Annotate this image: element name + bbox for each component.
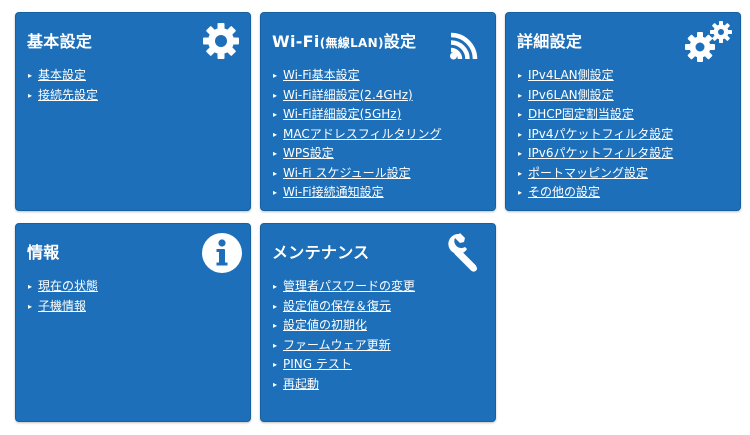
list-item: ▸ IPv6パケットフィルタ設定 (518, 144, 673, 164)
link-wifi-advanced-24[interactable]: Wi-Fi詳細設定(2.4GHz) (283, 88, 413, 102)
link-basic-settings[interactable]: 基本設定 (38, 68, 86, 82)
link-reboot[interactable]: 再起動 (283, 377, 319, 391)
list-item: ▸ Wi-Fi接続通知設定 (273, 183, 442, 203)
link-list: ▸ Wi-Fi基本設定 ▸ Wi-Fi詳細設定(2.4GHz) ▸ Wi-Fi詳細設定… (273, 66, 442, 203)
link-ipv6-packet-filter[interactable]: IPv6パケットフィルタ設定 (528, 146, 673, 160)
arrow-icon: ▸ (518, 90, 523, 100)
link-list: ▸ 管理者パスワードの変更 ▸ 設定値の保存＆復元 ▸ 設定値の初期化 ▸ ファームウェ… (273, 277, 415, 394)
gear-icon (203, 23, 239, 59)
settings-menu-grid: 基本設定 ▸ 基本設定 ▸ 接続先設定 Wi-Fi(無線LAN)設定 ▸ Wi-… (0, 0, 750, 435)
list-item: ▸ PING テスト (273, 355, 415, 375)
link-ipv4-packet-filter[interactable]: IPv4パケットフィルタ設定 (528, 127, 673, 141)
link-dhcp-static[interactable]: DHCP固定割当設定 (528, 107, 634, 121)
link-current-status[interactable]: 現在の状態 (38, 279, 98, 293)
wifi-icon (450, 32, 478, 60)
list-item: ▸ DHCP固定割当設定 (518, 105, 673, 125)
list-item: ▸ 現在の状態 (28, 277, 98, 297)
link-mac-filter[interactable]: MACアドレスフィルタリング (283, 127, 442, 141)
card-advanced-settings: 詳細設定 ▸ IPv4LAN側設定 ▸ IPv6LAN側設定 ▸ DHCP固定割… (505, 12, 741, 211)
arrow-icon: ▸ (273, 168, 278, 178)
info-icon (202, 233, 242, 273)
arrow-icon: ▸ (273, 379, 278, 389)
list-item: ▸ IPv6LAN側設定 (518, 86, 673, 106)
arrow-icon: ▸ (273, 301, 278, 311)
arrow-icon: ▸ (273, 321, 278, 330)
link-list: ▸ 基本設定 ▸ 接続先設定 (28, 66, 98, 105)
card-title: 基本設定 (27, 32, 93, 51)
link-wifi-advanced-5[interactable]: Wi-Fi詳細設定(5GHz) (283, 107, 401, 121)
arrow-icon: ▸ (28, 301, 33, 311)
link-backup-restore[interactable]: 設定値の保存＆復元 (283, 299, 391, 313)
card-title-small: (無線LAN) (319, 36, 384, 50)
list-item: ▸ 子機情報 (28, 297, 98, 317)
link-client-info[interactable]: 子機情報 (38, 299, 86, 313)
arrow-icon: ▸ (273, 110, 278, 119)
list-item: ▸ ファームウェア更新 (273, 336, 415, 356)
arrow-icon: ▸ (28, 282, 33, 291)
gears-icon (685, 21, 732, 62)
link-wifi-notify[interactable]: Wi-Fi接続通知設定 (283, 185, 384, 199)
link-firmware-update[interactable]: ファームウェア更新 (283, 338, 391, 352)
arrow-icon: ▸ (273, 129, 278, 139)
list-item: ▸ Wi-Fi詳細設定(5GHz) (273, 105, 442, 125)
list-item: ▸ Wi-Fi スケジュール設定 (273, 164, 442, 184)
card-title: 詳細設定 (517, 32, 583, 51)
link-other-settings[interactable]: その他の設定 (528, 185, 600, 199)
link-list: ▸ 現在の状態 ▸ 子機情報 (28, 277, 98, 316)
list-item: ▸ Wi-Fi基本設定 (273, 66, 442, 86)
arrow-icon: ▸ (518, 110, 523, 119)
card-title: メンテナンス (272, 243, 370, 262)
card-title-suffix: 設定 (383, 32, 417, 51)
card-title: 情報 (27, 243, 60, 262)
card-title: Wi-Fi(無線LAN)設定 (272, 28, 416, 52)
arrow-icon: ▸ (273, 90, 278, 100)
card-wifi-settings: Wi-Fi(無線LAN)設定 ▸ Wi-Fi基本設定 ▸ Wi-Fi詳細設定(2.4… (260, 12, 496, 211)
list-item: ▸ MACアドレスフィルタリング (273, 125, 442, 145)
arrow-icon: ▸ (518, 71, 523, 80)
list-item: ▸ 基本設定 (28, 66, 98, 86)
link-wps[interactable]: WPS設定 (283, 146, 334, 160)
card-title-main: Wi-Fi (272, 32, 320, 51)
arrow-icon: ▸ (28, 71, 33, 80)
list-item: ▸ 設定値の初期化 (273, 316, 415, 336)
list-item: ▸ IPv4LAN側設定 (518, 66, 673, 86)
list-item: ▸ 再起動 (273, 375, 415, 395)
arrow-icon: ▸ (273, 149, 278, 158)
arrow-icon: ▸ (518, 188, 523, 197)
link-wifi-basic[interactable]: Wi-Fi基本設定 (283, 68, 360, 82)
card-information: 情報 ▸ 現在の状態 ▸ 子機情報 (15, 223, 251, 422)
arrow-icon: ▸ (273, 282, 278, 291)
list-item: ▸ Wi-Fi詳細設定(2.4GHz) (273, 86, 442, 106)
link-list: ▸ IPv4LAN側設定 ▸ IPv6LAN側設定 ▸ DHCP固定割当設定 ▸ IPv… (518, 66, 673, 203)
link-ping-test[interactable]: PING テスト (283, 357, 352, 371)
list-item: ▸ WPS設定 (273, 144, 442, 164)
arrow-icon: ▸ (273, 340, 278, 350)
wrench-icon (448, 233, 480, 272)
list-item: ▸ IPv4パケットフィルタ設定 (518, 125, 673, 145)
arrow-icon: ▸ (273, 188, 278, 197)
list-item: ▸ 設定値の保存＆復元 (273, 297, 415, 317)
arrow-icon: ▸ (518, 129, 523, 139)
arrow-icon: ▸ (273, 360, 278, 369)
list-item: ▸ その他の設定 (518, 183, 673, 203)
link-port-mapping[interactable]: ポートマッピング設定 (528, 166, 648, 180)
arrow-icon: ▸ (518, 149, 523, 158)
link-ipv4-lan[interactable]: IPv4LAN側設定 (528, 68, 614, 82)
list-item: ▸ ポートマッピング設定 (518, 164, 673, 184)
link-ipv6-lan[interactable]: IPv6LAN側設定 (528, 88, 614, 102)
link-change-admin-password[interactable]: 管理者パスワードの変更 (283, 279, 415, 293)
link-factory-reset[interactable]: 設定値の初期化 (283, 318, 367, 332)
list-item: ▸ 管理者パスワードの変更 (273, 277, 415, 297)
list-item: ▸ 接続先設定 (28, 86, 98, 106)
arrow-icon: ▸ (28, 90, 33, 100)
card-maintenance: メンテナンス ▸ 管理者パスワードの変更 ▸ 設定値の保存＆復元 ▸ 設定値の初期化 … (260, 223, 496, 422)
arrow-icon: ▸ (273, 71, 278, 80)
link-wifi-schedule[interactable]: Wi-Fi スケジュール設定 (283, 166, 411, 180)
card-basic-settings: 基本設定 ▸ 基本設定 ▸ 接続先設定 (15, 12, 251, 211)
arrow-icon: ▸ (518, 168, 523, 178)
link-connection-settings[interactable]: 接続先設定 (38, 88, 98, 102)
